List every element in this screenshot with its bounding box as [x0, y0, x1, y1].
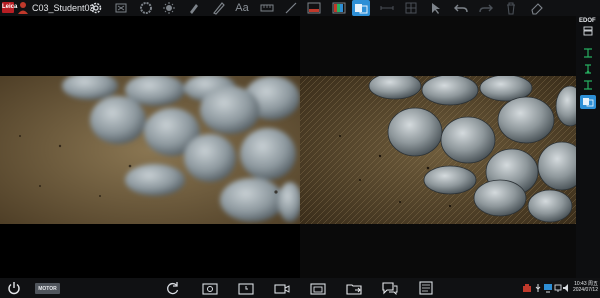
edof-view-image	[300, 76, 576, 224]
redo-icon[interactable]	[477, 0, 495, 16]
timed-capture-icon[interactable]	[236, 280, 256, 296]
pencil-icon[interactable]	[210, 0, 228, 16]
monitor-icon[interactable]	[543, 282, 553, 294]
folder-export-icon[interactable]	[344, 280, 364, 296]
live-view-pane[interactable]	[0, 16, 300, 278]
motor-button[interactable]: MOTOR	[35, 283, 60, 294]
refresh-icon[interactable]	[164, 280, 182, 296]
palette-icon[interactable]	[330, 0, 348, 16]
report-icon[interactable]	[416, 280, 436, 296]
brightness-icon[interactable]	[160, 0, 178, 16]
user-name: C03_Student03	[32, 3, 95, 13]
clock-date: 2024/07/12	[572, 287, 598, 293]
pen-icon[interactable]	[185, 0, 203, 16]
distance-icon[interactable]	[378, 0, 396, 16]
fit-frame-icon[interactable]	[112, 0, 130, 16]
settings-gear-icon[interactable]	[87, 0, 105, 16]
color-wheel-icon[interactable]	[137, 0, 155, 16]
compare-split-icon[interactable]	[352, 0, 370, 16]
grid-icon[interactable]	[402, 0, 420, 16]
camera-status-icon[interactable]	[522, 282, 532, 294]
undo-icon[interactable]	[452, 0, 470, 16]
ruler-icon[interactable]	[258, 0, 276, 16]
pointer-icon[interactable]	[427, 0, 445, 16]
system-clock: 10:43 周五 2024/07/12	[564, 281, 598, 293]
snapshot-icon[interactable]	[200, 280, 220, 296]
line-measure-icon[interactable]	[282, 0, 300, 16]
gallery-icon[interactable]	[308, 280, 328, 296]
live-view-image	[0, 76, 300, 224]
sidebar-compare-split-icon[interactable]	[580, 95, 596, 109]
focus-bottom-icon[interactable]	[580, 78, 596, 92]
video-record-icon[interactable]	[272, 280, 292, 296]
leica-logo: Leica	[2, 2, 17, 13]
image-filter-icon[interactable]	[305, 0, 323, 16]
usb-icon[interactable]	[533, 282, 543, 294]
delete-icon[interactable]	[502, 0, 520, 16]
focus-middle-icon[interactable]	[580, 62, 596, 76]
edof-view-pane[interactable]	[300, 16, 576, 278]
user-icon	[18, 1, 28, 14]
focus-top-icon[interactable]	[580, 46, 596, 60]
edof-stack-icon[interactable]	[580, 24, 596, 38]
eraser-icon[interactable]	[528, 0, 546, 16]
power-icon[interactable]	[5, 280, 23, 296]
chat-icon[interactable]	[380, 280, 400, 296]
text-annotation-icon[interactable]: Aa	[232, 0, 252, 16]
bottom-toolbar	[0, 278, 600, 298]
